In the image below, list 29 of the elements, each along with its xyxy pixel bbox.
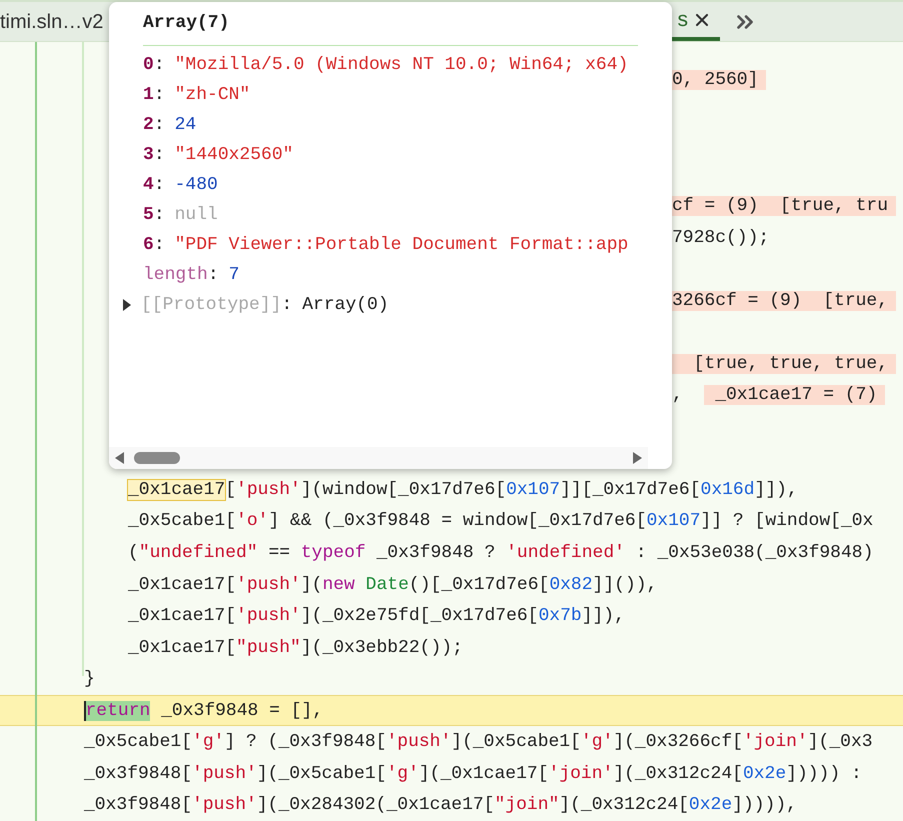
property-row-text: 2: 24: [143, 114, 196, 136]
code-line: _0x3f9848['push'](_0x284302(_0x1cae17["join"](_0x312c24[0x2e])))),: [84, 794, 797, 816]
property-row[interactable]: [[Prototype]]: Array(0): [141, 292, 389, 318]
code-line: 7928c());: [672, 226, 770, 248]
property-row-text: length: 7: [143, 264, 240, 286]
code-line: _0x5cabe1['o'] && (_0x3f9848 = window[_0x17d7e6[0x107]] ? [window[_0x: [128, 510, 874, 532]
property-row-text: 0: "Mozilla/5.0 (Windows NT 10.0; Win64; x64): [143, 54, 628, 76]
horizontal-scrollbar[interactable]: [109, 447, 648, 469]
code-line: _0x3f9848['push'](_0x5cabe1['g'](_0x1cae17['join'](_0x312c24[0x2e])))) :: [84, 762, 862, 785]
code-line: _0x1cae17['push'](_0x2e75fd[_0x17d7e6[0x7b]]),: [128, 605, 625, 628]
scroll-thumb[interactable]: [134, 452, 180, 464]
code-line: _0x1cae17['push'](new Date()[_0x17d7e6[0x82]]()),: [128, 574, 658, 596]
property-row-text: 4: -480: [143, 174, 218, 196]
code-line: _0x5cabe1['g'] ? (_0x3f9848['push'](_0x5cabe1['g'](_0x3266cf['join'](_0x3: [84, 731, 873, 754]
code-line: _0x1cae17['push'](window[_0x17d7e6[0x107]][_0x17d7e6[0x16d]]),: [128, 478, 798, 501]
property-row-text: 3: "1440x2560": [143, 144, 294, 166]
code-line: , _0x1cae17 = (7): [672, 384, 886, 406]
property-row-text: 6: "PDF Viewer::Portable Document Format::app: [143, 234, 628, 256]
code-line: _0x1cae17["push"](_0x3ebb22());: [128, 636, 463, 659]
scroll-right-icon[interactable]: [633, 452, 642, 464]
expand-triangle-icon[interactable]: [123, 299, 131, 311]
tab-label: s: [678, 6, 688, 33]
popup-title: Array(7): [143, 13, 230, 33]
code-line: return _0x3f9848 = [],: [86, 700, 324, 722]
code-line: ("undefined" == typeof _0x3f9848 ? 'undefined' : _0x53e038(_0x3f9848): [128, 542, 874, 564]
property-row-text: 1: "zh-CN": [143, 84, 250, 106]
property-row-text: 5: null: [143, 204, 218, 226]
code-line: }: [84, 668, 95, 690]
scroll-left-icon[interactable]: [115, 452, 124, 464]
